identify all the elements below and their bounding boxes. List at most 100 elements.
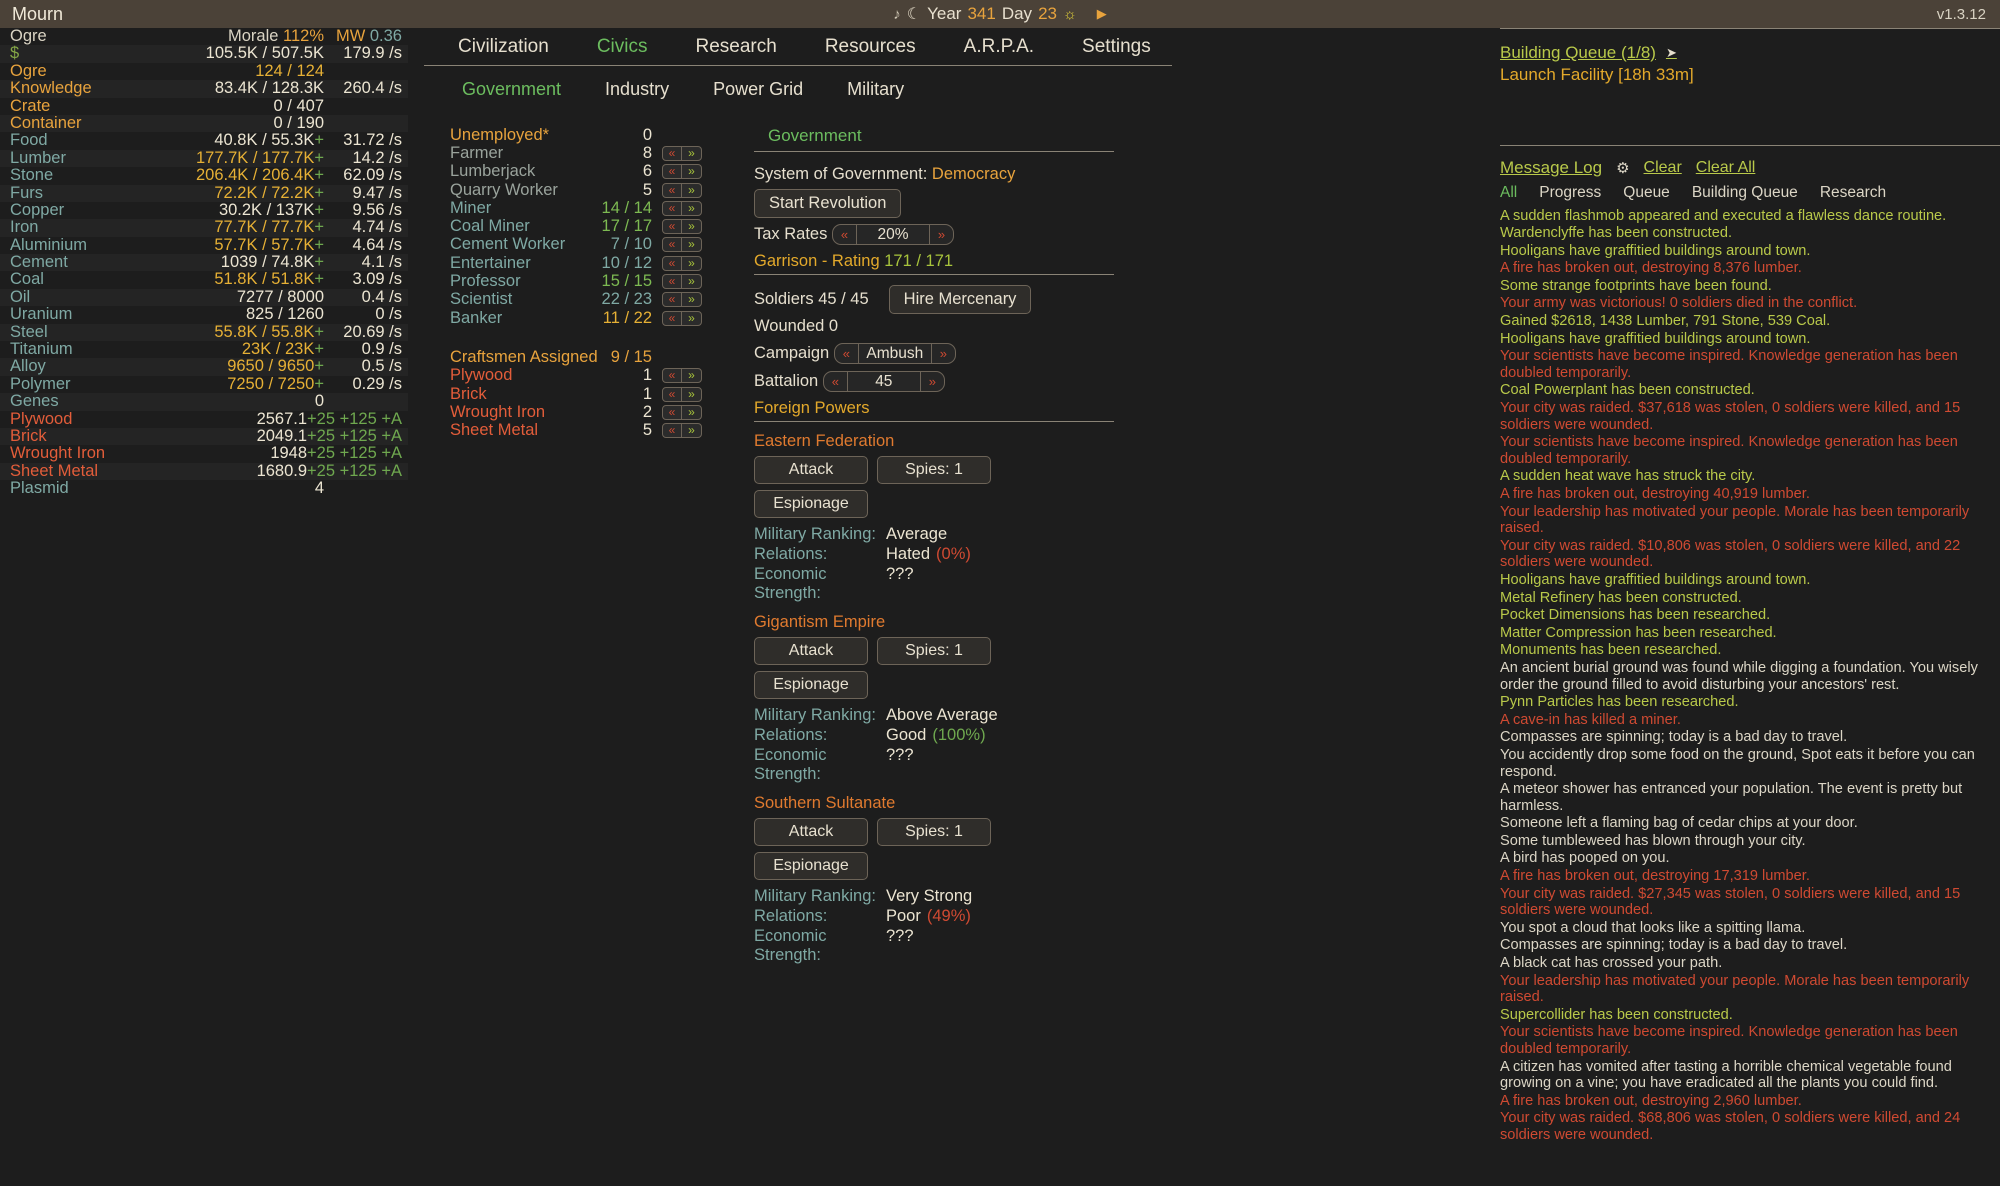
tab-resources[interactable]: Resources [801,36,940,65]
job-stepper[interactable]: «» [662,292,702,308]
music-note-icon[interactable]: ♪ [893,6,901,23]
play-icon[interactable]: ▶ [1097,6,1107,22]
job-decrease-button[interactable]: « [663,165,682,179]
tab-arpa[interactable]: A.R.P.A. [940,36,1058,65]
craft-stepper[interactable]: «» [662,404,702,420]
job-increase-button[interactable]: » [682,220,701,233]
tax-stepper[interactable]: « 20% » [831,223,954,245]
chevron-right-icon[interactable]: ➤ [1666,45,1677,61]
job-decrease-button[interactable]: « [663,201,682,215]
message-log-tab-all[interactable]: All [1500,184,1517,202]
craft-decrease-button[interactable]: « [663,387,682,401]
subtab-industry[interactable]: Industry [583,79,691,100]
resource-plus-icon: + [314,183,324,202]
job-stepper[interactable]: «» [662,310,702,326]
resource-name: Alloy [10,358,46,376]
job-stepper[interactable]: «» [662,255,702,271]
resource-rate: 9.56 /s [352,200,402,219]
spies-button[interactable]: Spies: 1 [877,637,991,665]
job-stepper[interactable]: «» [662,237,702,253]
craft-increase-button[interactable]: » [682,388,701,401]
tax-increase-button[interactable]: » [928,224,953,244]
job-increase-button[interactable]: » [682,275,701,288]
job-decrease-button[interactable]: « [663,293,682,307]
garrison-title-text: Garrison - Rating [754,252,880,270]
craft-decrease-button[interactable]: « [663,405,682,419]
job-increase-button[interactable]: » [682,238,701,251]
job-decrease-button[interactable]: « [663,275,682,289]
craft-stepper[interactable]: «» [662,386,702,402]
job-increase-button[interactable]: » [682,147,701,160]
job-decrease-button[interactable]: « [663,146,682,160]
job-increase-button[interactable]: » [682,257,701,270]
resource-amount: 2049.1 [256,426,308,445]
craft-increase-button[interactable]: » [682,424,701,437]
job-increase-button[interactable]: » [682,165,701,178]
spies-button[interactable]: Spies: 1 [877,818,991,846]
job-stepper[interactable]: «» [662,219,702,235]
subtab-military[interactable]: Military [825,79,926,100]
tax-label: Tax Rates [754,224,828,243]
campaign-previous-button[interactable]: « [835,343,859,363]
job-increase-button[interactable]: » [682,184,701,197]
craft-decrease-button[interactable]: « [663,424,682,438]
attack-button[interactable]: Attack [754,637,868,665]
campaign-stepper[interactable]: « Ambush » [833,342,956,364]
attack-button[interactable]: Attack [754,818,868,846]
battalion-stepper[interactable]: « 45 » [822,370,945,392]
resource-rate: +25 +125 +A [307,409,402,428]
job-decrease-button[interactable]: « [663,220,682,234]
espionage-button[interactable]: Espionage [754,490,868,518]
espionage-button[interactable]: Espionage [754,852,868,880]
espionage-button[interactable]: Espionage [754,671,868,699]
job-decrease-button[interactable]: « [663,183,682,197]
subtab-powergrid[interactable]: Power Grid [691,79,825,100]
subtab-government[interactable]: Government [440,79,583,100]
job-stepper[interactable]: «» [662,200,702,216]
message-log-tab-queue[interactable]: Queue [1623,184,1670,202]
job-stepper[interactable]: «» [662,164,702,180]
clear-button[interactable]: Clear [1644,159,1682,177]
building-queue-item[interactable]: Launch Facility [18h 33m] [1500,63,2000,85]
job-decrease-button[interactable]: « [663,256,682,270]
job-increase-button[interactable]: » [682,312,701,325]
campaign-next-button[interactable]: » [930,343,955,363]
relations-row: Relations: Hated (0%) [754,544,1114,564]
resource-plus-icon: + [314,131,324,150]
spies-button[interactable]: Spies: 1 [877,456,991,484]
battalion-decrease-button[interactable]: « [824,371,848,391]
craft-increase-button[interactable]: » [682,369,701,382]
building-queue-header[interactable]: Building Queue (1/8) ➤ [1500,43,2000,63]
tab-civics[interactable]: Civics [573,36,672,65]
message-log-entry: Your scientists have become inspired. Kn… [1500,434,1958,467]
clear-all-button[interactable]: Clear All [1696,159,1756,177]
craft-stepper[interactable]: «» [662,423,702,439]
resource-row: Cement 1039 / 74.8K +4.1 /s [0,253,408,272]
tab-civilization[interactable]: Civilization [434,36,573,65]
craft-row: Sheet Metal 5 «» [450,421,744,439]
hire-mercenary-button[interactable]: Hire Mercenary [888,284,1032,314]
resource-name: Coal [10,271,44,289]
job-stepper[interactable]: «» [662,145,702,161]
message-log-tab-progress[interactable]: Progress [1539,184,1601,202]
craft-decrease-button[interactable]: « [663,369,682,383]
job-name: Professor [450,272,521,291]
job-decrease-button[interactable]: « [663,238,682,252]
tab-research[interactable]: Research [671,36,800,65]
message-log-tab-research[interactable]: Research [1820,184,1886,202]
gear-icon[interactable]: ⚙ [1616,159,1629,177]
attack-button[interactable]: Attack [754,456,868,484]
craft-stepper[interactable]: «» [662,368,702,384]
craft-increase-button[interactable]: » [682,406,701,419]
tax-decrease-button[interactable]: « [833,224,857,244]
job-increase-button[interactable]: » [682,202,701,215]
start-revolution-button[interactable]: Start Revolution [754,189,902,218]
job-increase-button[interactable]: » [682,293,701,306]
job-stepper[interactable]: «» [662,274,702,290]
job-decrease-button[interactable]: « [663,311,682,325]
main-content: Civilization Civics Research Resources A.R.P… [424,28,1172,965]
tab-settings[interactable]: Settings [1058,36,1175,65]
job-stepper[interactable]: «» [662,182,702,198]
battalion-increase-button[interactable]: » [919,371,944,391]
message-log-tab-buildingqueue[interactable]: Building Queue [1692,184,1798,202]
